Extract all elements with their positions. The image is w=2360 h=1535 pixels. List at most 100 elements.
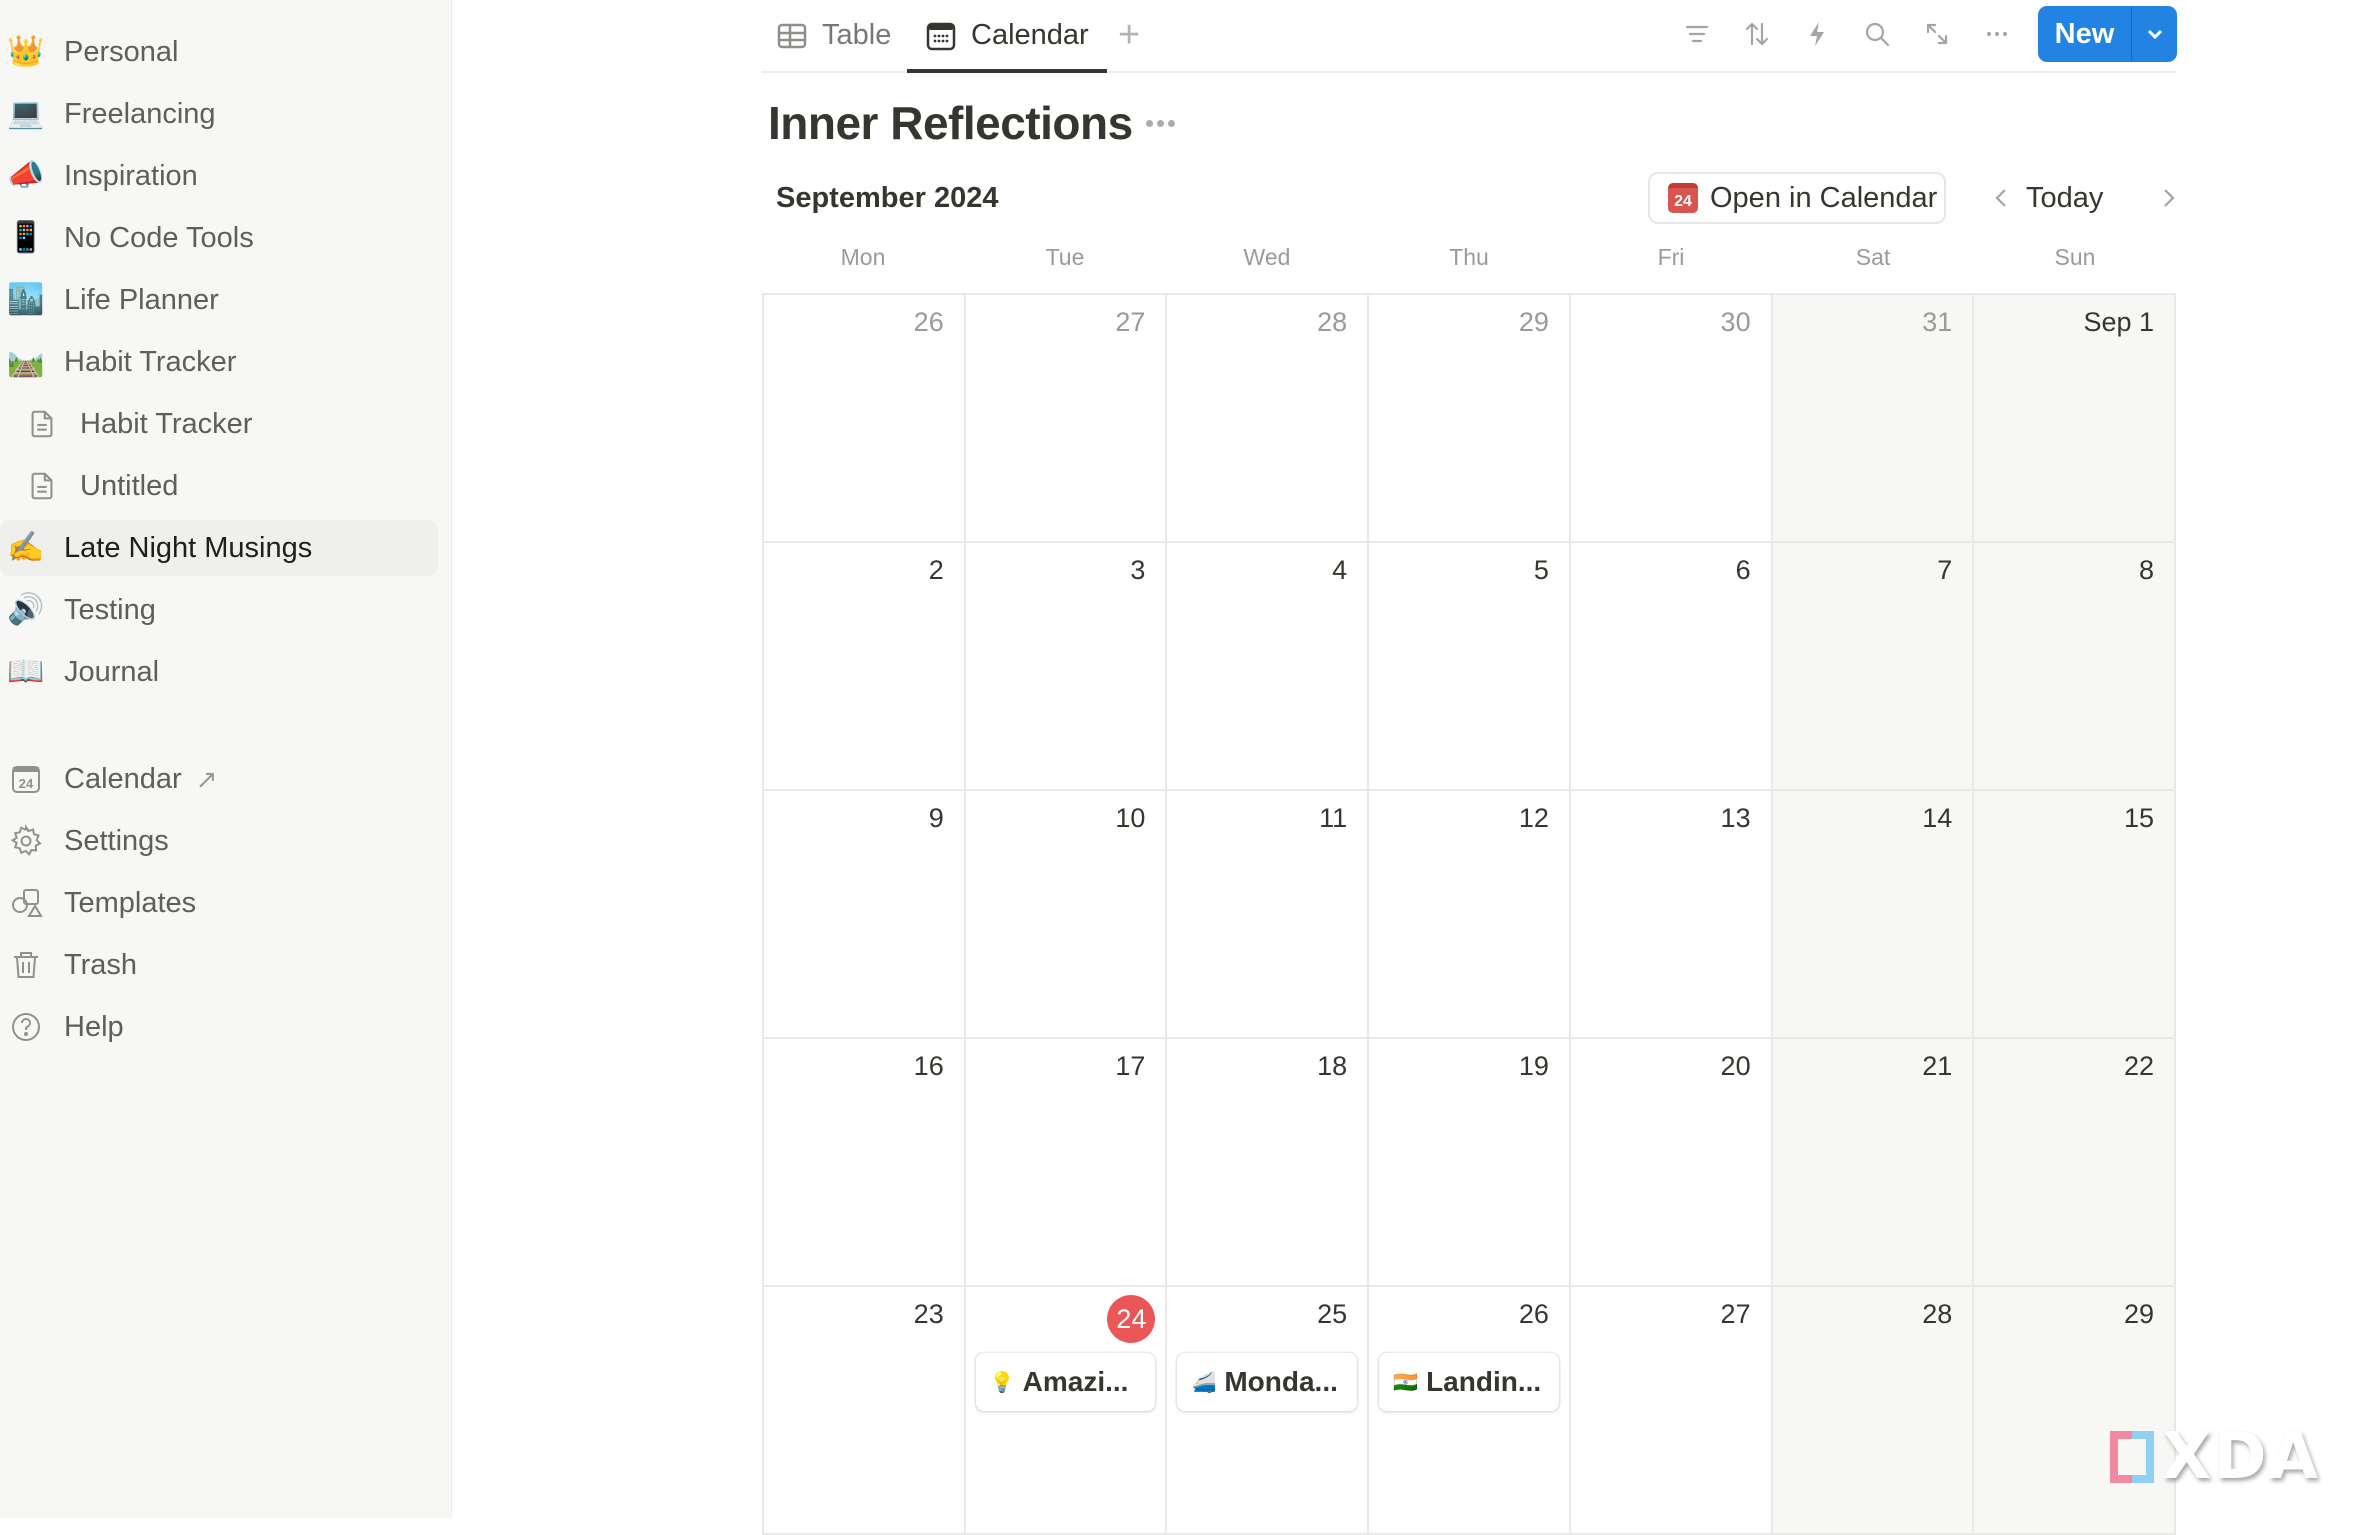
search-button[interactable] xyxy=(1857,14,1897,54)
calendar-day-cell[interactable]: 19 xyxy=(1369,1039,1571,1287)
sidebar-item-journal[interactable]: 📖Journal xyxy=(0,644,438,700)
calendar-day-cell[interactable]: 9 xyxy=(764,791,966,1039)
day-number: 30 xyxy=(1721,307,1751,338)
filter-button[interactable] xyxy=(1677,14,1717,54)
sidebar-item-habit-tracker[interactable]: Habit Tracker xyxy=(0,396,438,452)
calendar-day-cell[interactable]: 8 xyxy=(1974,543,2176,791)
sidebar-item-freelancing[interactable]: 💻Freelancing xyxy=(0,86,438,142)
search-icon xyxy=(1862,19,1892,49)
calendar-day-cell[interactable]: 25🚄Monda... xyxy=(1167,1287,1369,1535)
calendar-day-cell[interactable]: 15 xyxy=(1974,791,2176,1039)
calendar-day-cell[interactable]: Sep 1 xyxy=(1974,295,2176,543)
calendar-day-cell[interactable]: 14 xyxy=(1773,791,1975,1039)
calendar-day-cell[interactable]: 11 xyxy=(1167,791,1369,1039)
calendar-day-cell[interactable]: 3 xyxy=(966,543,1168,791)
calendar-day-cell[interactable]: 10 xyxy=(966,791,1168,1039)
tab-table[interactable]: Table xyxy=(776,0,891,71)
calendar-day-cell[interactable]: 7 xyxy=(1773,543,1975,791)
automation-button[interactable] xyxy=(1797,14,1837,54)
calendar-day-cell[interactable]: 26 🇮🇳Landin... xyxy=(1369,1287,1571,1535)
calendar-day-cell[interactable]: 27 xyxy=(966,295,1168,543)
sidebar-item-no-code-tools[interactable]: 📱No Code Tools xyxy=(0,210,438,266)
tab-calendar[interactable]: Calendar xyxy=(907,0,1107,71)
calendar-day-cell[interactable]: 24💡Amazi... xyxy=(966,1287,1168,1535)
sidebar-item-testing[interactable]: 🔊Testing xyxy=(0,582,438,638)
new-button[interactable]: New xyxy=(2038,6,2131,62)
calendar-day-cell[interactable]: 5 xyxy=(1369,543,1571,791)
sidebar-item-habit-tracker[interactable]: 🛤️Habit Tracker xyxy=(0,334,438,390)
sort-button[interactable] xyxy=(1737,14,1777,54)
calendar-day-cell[interactable]: 21 xyxy=(1773,1039,1975,1287)
expand-icon xyxy=(1922,19,1952,49)
sidebar-item-templates[interactable]: Templates xyxy=(0,875,438,931)
sidebar-item-help[interactable]: Help xyxy=(0,999,438,1055)
crown-icon: 👑 xyxy=(6,37,46,67)
calendar-day-cell[interactable]: 28 xyxy=(1773,1287,1975,1535)
sidebar-item-label: Calendar xyxy=(64,763,182,796)
calendar-day-cell[interactable]: 26 xyxy=(764,295,966,543)
day-number: Sep 1 xyxy=(2083,307,2154,338)
sidebar-item-personal[interactable]: 👑Personal xyxy=(0,24,438,80)
calendar-day-cell[interactable]: 2 xyxy=(764,543,966,791)
calendar-day-cell[interactable]: 13 xyxy=(1571,791,1773,1039)
day-number: 17 xyxy=(1115,1051,1145,1082)
calendar-day-cell[interactable]: 27 xyxy=(1571,1287,1773,1535)
calendar-day-cell[interactable]: 31 xyxy=(1773,295,1975,543)
next-month-button[interactable] xyxy=(2152,180,2186,216)
day-number: 26 xyxy=(1519,1299,1549,1330)
calendar-day-cell[interactable]: 20 xyxy=(1571,1039,1773,1287)
weekday-header: MonTueWedThuFriSatSun xyxy=(762,244,2176,280)
sidebar-item-trash[interactable]: Trash xyxy=(0,937,438,993)
calendar-day-cell[interactable]: 30 xyxy=(1571,295,1773,543)
calendar-day-cell[interactable]: 18 xyxy=(1167,1039,1369,1287)
calendar-week-row: 2 3 45678 xyxy=(764,543,2176,791)
calendar-day-cell[interactable]: 16 xyxy=(764,1039,966,1287)
calendar-day-cell[interactable]: 4 xyxy=(1167,543,1369,791)
day-number: 27 xyxy=(1721,1299,1751,1330)
templates-icon xyxy=(6,886,46,920)
day-number: 23 xyxy=(914,1299,944,1330)
calendar-day-cell[interactable]: 6 xyxy=(1571,543,1773,791)
calendar-day-cell[interactable]: 17 xyxy=(966,1039,1168,1287)
sidebar-item-inspiration[interactable]: 📣Inspiration xyxy=(0,148,438,204)
page-title[interactable]: Inner Reflections xyxy=(768,96,1133,150)
more-icon xyxy=(1982,19,2012,49)
more-button[interactable] xyxy=(1977,14,2017,54)
event-card[interactable]: 🚄Monda... xyxy=(1177,1353,1357,1411)
sidebar-item-label: Inspiration xyxy=(64,160,198,193)
today-button[interactable]: Today xyxy=(2026,180,2103,216)
trash-icon xyxy=(6,948,46,982)
calendar-day-cell[interactable]: 22 xyxy=(1974,1039,2176,1287)
event-card[interactable]: 🇮🇳Landin... xyxy=(1379,1353,1559,1411)
previous-month-button[interactable] xyxy=(1984,180,2018,216)
table-icon xyxy=(776,20,808,52)
title-more-button[interactable] xyxy=(1140,108,1180,138)
expand-button[interactable] xyxy=(1917,14,1957,54)
add-view-button[interactable]: + xyxy=(1118,0,1140,71)
calendar-day-cell[interactable]: 28 xyxy=(1167,295,1369,543)
new-dropdown-button[interactable] xyxy=(2131,6,2177,62)
day-number: 28 xyxy=(1317,307,1347,338)
day-number: 20 xyxy=(1721,1051,1751,1082)
sidebar-item-label: Journal xyxy=(64,656,159,689)
calendar-icon: 24 xyxy=(6,762,46,796)
calendar-day-cell[interactable]: 29 xyxy=(1369,295,1571,543)
sort-icon xyxy=(1742,19,1772,49)
sidebar-item-late-night-musings[interactable]: ✍️Late Night Musings xyxy=(0,520,438,576)
sidebar-item-untitled[interactable]: Untitled xyxy=(0,458,438,514)
event-card[interactable]: 💡Amazi... xyxy=(976,1353,1156,1411)
railway-icon: 🛤️ xyxy=(6,347,46,377)
day-number: 4 xyxy=(1332,555,1347,586)
sidebar-item-life-planner[interactable]: 🏙️Life Planner xyxy=(0,272,438,328)
sidebar-item-calendar[interactable]: 24Calendar↗ xyxy=(0,751,438,807)
calendar-day-cell[interactable]: 12 xyxy=(1369,791,1571,1039)
calendar-week-row: 23 24💡Amazi...25🚄Monda... 26 🇮🇳Landin... 27 2… xyxy=(764,1287,2176,1535)
sidebar-item-settings[interactable]: Settings xyxy=(0,813,438,869)
open-in-calendar-button[interactable]: 24 Open in Calendar xyxy=(1648,172,1946,224)
weekday-thu: Thu xyxy=(1368,244,1570,280)
calendar-day-cell[interactable]: 23 xyxy=(764,1287,966,1535)
laptop-icon: 💻 xyxy=(6,99,46,129)
calendar-day-cell[interactable]: 29 xyxy=(1974,1287,2176,1535)
day-number: 28 xyxy=(1922,1299,1952,1330)
day-number: 3 xyxy=(1130,555,1145,586)
